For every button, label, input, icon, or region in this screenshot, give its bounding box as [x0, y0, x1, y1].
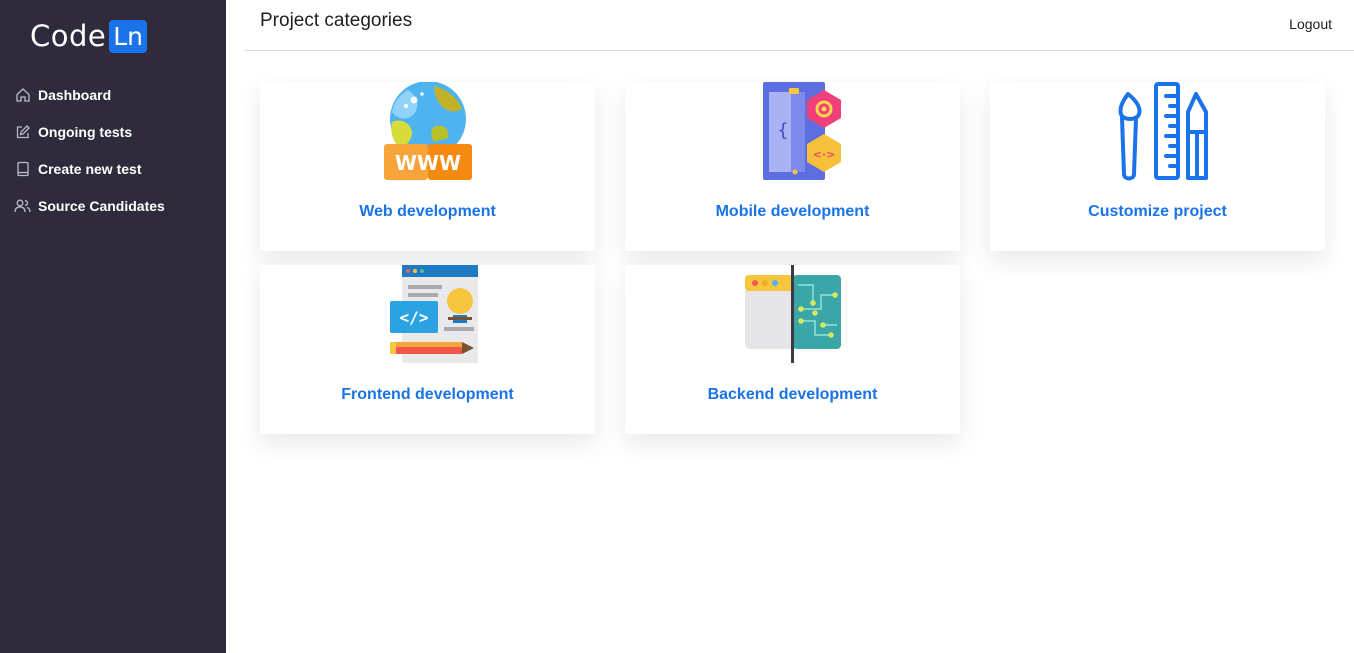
svg-text:WWW: WWW [394, 151, 460, 175]
backend-circuit-icon [743, 265, 843, 365]
category-label: Mobile development [715, 203, 870, 220]
frontend-code-icon: </> [378, 265, 482, 365]
category-label: Frontend development [341, 386, 514, 403]
svg-text:<·>: <·> [812, 148, 835, 161]
sidebar-item-label: Dashboard [38, 86, 112, 103]
book-icon [14, 160, 31, 177]
logout-link[interactable]: Logout [1289, 16, 1332, 32]
sidebar-item-source-candidates[interactable]: Source Candidates [0, 187, 226, 224]
logo[interactable]: Code Ln [30, 18, 148, 54]
sidebar-item-label: Create new test [38, 160, 142, 177]
category-card-customize-project[interactable]: Customize project [990, 82, 1325, 251]
category-card-web-development[interactable]: WWW Web development [260, 81, 595, 251]
top-header: Project categories Logout [244, 0, 1354, 51]
svg-text:{: { [777, 120, 788, 141]
sidebar: Code Ln Dashboard Ongoing tests Create n… [0, 0, 226, 653]
sidebar-item-dashboard[interactable]: Dashboard [0, 76, 226, 113]
category-label: Customize project [1088, 203, 1227, 220]
sidebar-item-ongoing-tests[interactable]: Ongoing tests [0, 113, 226, 150]
design-tools-icon [1108, 82, 1208, 182]
category-card-backend-development[interactable]: Backend development [625, 265, 960, 434]
mobile-app-icon: { <·> [743, 82, 843, 182]
sidebar-item-label: Source Candidates [38, 197, 165, 214]
home-icon [14, 86, 31, 103]
users-icon [14, 197, 31, 214]
category-label: Backend development [707, 386, 878, 403]
logo-badge: Ln [109, 19, 148, 53]
logo-text: Code [30, 19, 107, 53]
page-title: Project categories [260, 10, 413, 31]
edit-icon [14, 123, 31, 140]
sidebar-item-label: Ongoing tests [38, 123, 133, 140]
sidebar-item-create-new-test[interactable]: Create new test [0, 150, 226, 187]
sidebar-nav: Dashboard Ongoing tests Create new test … [0, 76, 226, 224]
www-globe-icon: WWW [378, 81, 478, 182]
app-root: Code Ln Dashboard Ongoing tests Create n… [0, 0, 1354, 653]
category-card-frontend-development[interactable]: </> Frontend development [260, 265, 595, 434]
category-card-mobile-development[interactable]: { <·> Mobile development [625, 82, 960, 251]
category-label: Web development [359, 203, 496, 220]
svg-text:</>: </> [399, 308, 428, 327]
